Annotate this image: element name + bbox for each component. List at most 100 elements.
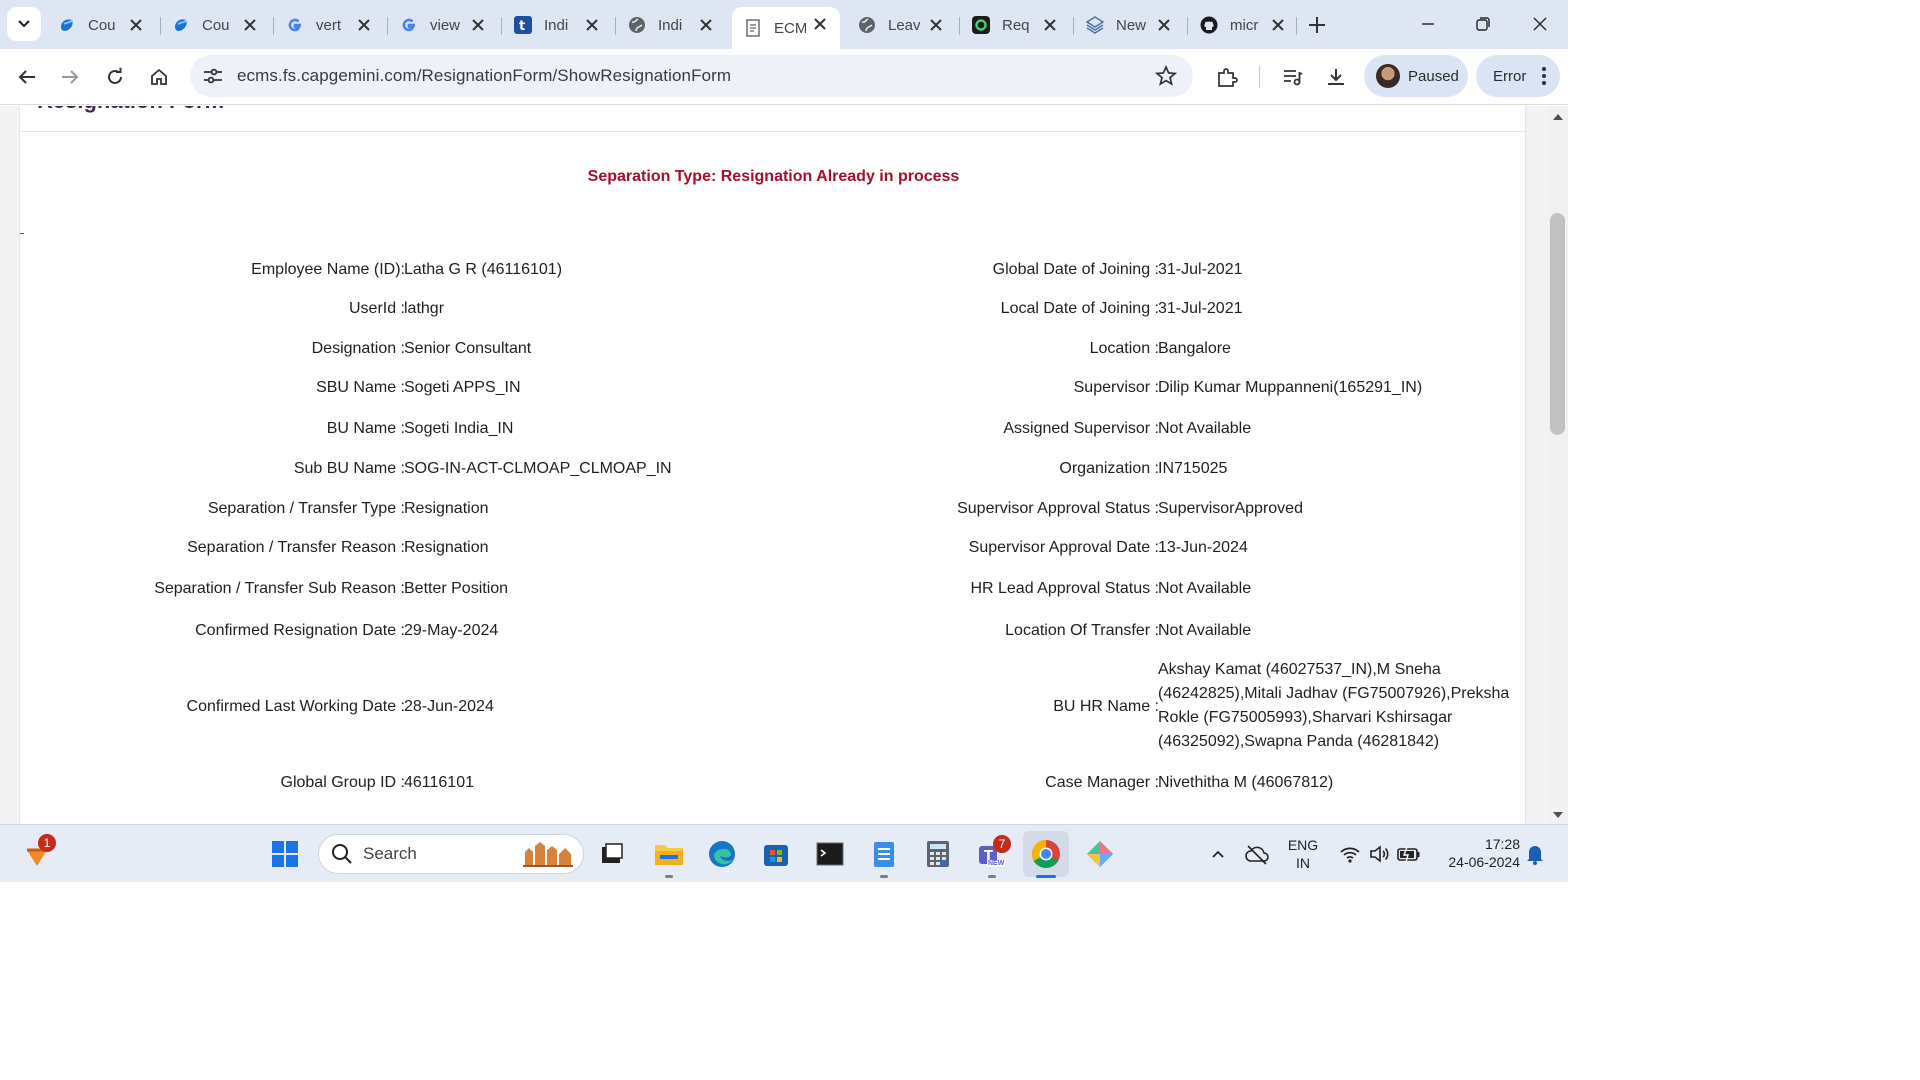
tab-search-button[interactable]: [7, 7, 41, 41]
tab-title: New: [1116, 16, 1147, 34]
close-icon[interactable]: [242, 17, 258, 33]
widgets-button[interactable]: 1: [22, 834, 56, 869]
chrome-button-active[interactable]: [1023, 831, 1069, 878]
puzzle-icon: [1218, 68, 1238, 87]
tab-2[interactable]: Cou: [160, 8, 270, 42]
close-icon[interactable]: [1156, 17, 1172, 33]
close-icon[interactable]: [584, 17, 600, 33]
store-button[interactable]: [761, 839, 791, 869]
reload-button[interactable]: [102, 64, 128, 90]
calculator-button[interactable]: [923, 839, 953, 869]
forward-button[interactable]: [57, 64, 83, 90]
field-value: Resignation: [404, 539, 489, 556]
field-label: Local Date of Joining :: [1000, 300, 1159, 317]
volume-button[interactable]: [1365, 839, 1395, 869]
extensions-button[interactable]: [1214, 64, 1240, 90]
home-button[interactable]: [146, 64, 172, 90]
close-icon[interactable]: [1270, 17, 1286, 33]
restore-button[interactable]: [1471, 12, 1495, 36]
notepad-icon: [874, 842, 894, 867]
tab-5[interactable]: t Indi: [502, 8, 612, 42]
address-bar[interactable]: ecms.fs.capgemini.com/ResignationForm/Sh…: [190, 55, 1193, 97]
start-button[interactable]: [270, 839, 300, 869]
field-value: IN715025: [1158, 460, 1228, 477]
edge-button[interactable]: [707, 839, 737, 869]
tab-title: vert: [316, 16, 342, 34]
field-value: SupervisorApproved: [1158, 500, 1303, 517]
scroll-down-arrow-icon[interactable]: [1553, 812, 1563, 818]
field-label: Supervisor :: [1073, 379, 1159, 396]
arrow-left-icon: [18, 70, 35, 84]
tab-title: Cou: [88, 16, 116, 34]
error-menu-button[interactable]: Error: [1476, 55, 1560, 97]
scrollbar-thumb[interactable]: [1550, 213, 1565, 435]
minimize-button[interactable]: [1416, 12, 1440, 36]
tab-title: ECM: [774, 19, 806, 37]
terminal-icon: [816, 842, 844, 866]
scroll-up-arrow-icon[interactable]: [1553, 114, 1563, 120]
wifi-button[interactable]: [1335, 839, 1365, 869]
profile-button[interactable]: Paused: [1364, 55, 1468, 97]
close-icon[interactable]: [470, 17, 486, 33]
battery-button[interactable]: [1394, 839, 1424, 869]
windows-taskbar: 1 Search T 7 NEW ENG IN 17:28 24-06-2024: [0, 824, 1568, 882]
media-control-button[interactable]: [1279, 64, 1305, 90]
clock[interactable]: 17:28 24-06-2024: [1434, 835, 1520, 871]
field-label: Sub BU Name :: [293, 460, 405, 477]
tab-strip: Cou Cou vert view t Indi Indi ECM Leav R…: [0, 0, 1568, 49]
field-label: BU HR Name :: [1053, 698, 1159, 715]
field-value: Not Available: [1158, 420, 1252, 437]
close-icon[interactable]: [356, 17, 372, 33]
close-icon[interactable]: [928, 17, 944, 33]
site-settings-icon[interactable]: [202, 66, 224, 86]
tab-9[interactable]: Req: [960, 8, 1070, 42]
tab-7-active[interactable]: ECM: [732, 7, 840, 49]
close-icon[interactable]: [1042, 17, 1058, 33]
vertical-scrollbar[interactable]: [1548, 106, 1568, 824]
back-button[interactable]: [14, 64, 40, 90]
notepad-button[interactable]: [869, 839, 899, 878]
tab-11[interactable]: micr: [1188, 8, 1298, 42]
tab-6[interactable]: Indi: [616, 8, 726, 42]
field-value: 31-Jul-2021: [1158, 300, 1243, 317]
language-indicator[interactable]: ENG IN: [1285, 836, 1321, 872]
field-value: lathgr: [404, 300, 445, 317]
field-label: Designation :: [311, 340, 405, 357]
browser-toolbar: ecms.fs.capgemini.com/ResignationForm/Sh…: [0, 49, 1568, 105]
tab-title: view: [430, 16, 461, 34]
stack-icon: [1086, 16, 1104, 34]
close-window-button[interactable]: [1528, 12, 1552, 36]
diamond-app-icon: [1087, 841, 1113, 867]
tab-10[interactable]: New: [1074, 8, 1184, 42]
terminal-button[interactable]: [815, 839, 845, 869]
app-launcher-button[interactable]: [1085, 839, 1115, 869]
playlist-icon: [1284, 70, 1303, 86]
url-text[interactable]: ecms.fs.capgemini.com/ResignationForm/Sh…: [237, 66, 731, 86]
tab-title: Leav: [888, 16, 920, 34]
taskbar-search-box[interactable]: Search: [318, 834, 584, 874]
star-bookmark-icon[interactable]: [1155, 65, 1177, 87]
teams-button[interactable]: T 7 NEW: [977, 835, 1011, 878]
field-label: Confirmed Last Working Date :: [186, 698, 405, 715]
notifications-button[interactable]: [1520, 839, 1550, 869]
task-view-button[interactable]: [597, 839, 627, 869]
field-label: Location :: [1089, 340, 1159, 357]
field-label: Assigned Supervisor :: [1003, 420, 1159, 437]
field-label: Supervisor Approval Date :: [968, 539, 1159, 556]
chevron-up-icon: [1212, 850, 1224, 858]
close-icon[interactable]: [812, 16, 828, 32]
close-icon[interactable]: [128, 17, 144, 33]
tab-4[interactable]: view: [388, 8, 498, 42]
field-label: Location Of Transfer :: [1005, 622, 1159, 639]
close-icon[interactable]: [698, 17, 714, 33]
show-hidden-icons-button[interactable]: [1203, 839, 1233, 869]
downloads-button[interactable]: [1323, 64, 1349, 90]
globe-icon: [628, 16, 646, 34]
onedrive-status-button[interactable]: [1242, 839, 1272, 869]
search-highlight-image-icon: [523, 842, 573, 867]
new-tab-plus-icon[interactable]: [1305, 13, 1329, 37]
tab-3[interactable]: vert: [274, 8, 384, 42]
tab-8[interactable]: Leav: [846, 8, 956, 42]
file-explorer-button[interactable]: [654, 839, 684, 878]
tab-1[interactable]: Cou: [46, 8, 156, 42]
